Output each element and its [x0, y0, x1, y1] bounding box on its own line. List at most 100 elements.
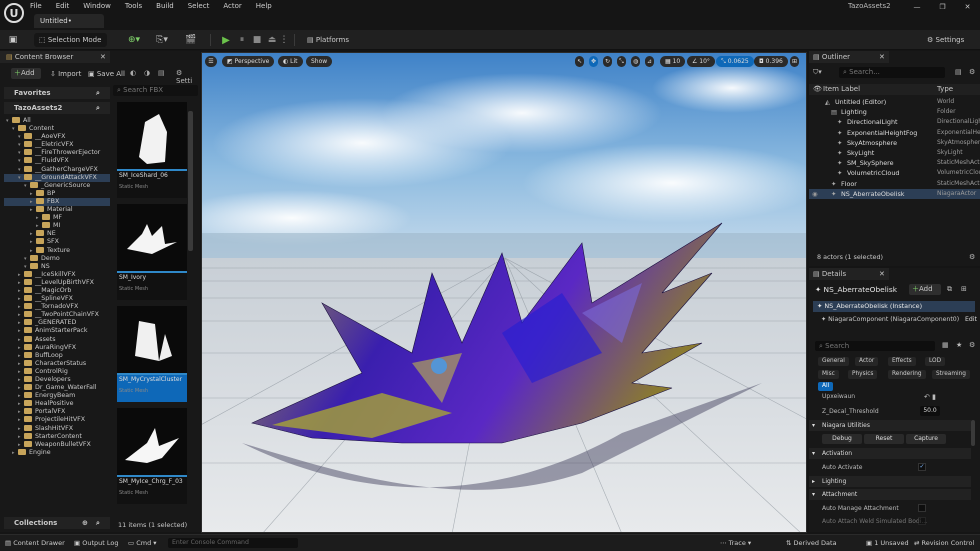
- folder-tree-item[interactable]: ▾ __EletricVFX: [4, 141, 110, 149]
- edit-component-link[interactable]: Edit: [965, 315, 977, 325]
- grid-snap-button[interactable]: ▦ 10: [660, 56, 686, 67]
- filter-general[interactable]: General: [818, 357, 849, 366]
- folder-tree-item[interactable]: ▸ Engine: [4, 448, 110, 457]
- add-collection-icon[interactable]: ⊕: [82, 517, 88, 529]
- tree-search-icon[interactable]: ⌕: [96, 102, 100, 114]
- folder-tree-item[interactable]: ▸ ProjectileHitVFX: [4, 416, 110, 424]
- folder-tree-item[interactable]: ▸ MI: [4, 222, 110, 230]
- filter-actor[interactable]: Actor: [855, 357, 879, 366]
- favorites-search-icon[interactable]: ⌕: [96, 87, 100, 99]
- section-niagara-utilities[interactable]: ▾ Niagara Utilities: [809, 420, 971, 431]
- filter-all[interactable]: All: [818, 382, 834, 391]
- menu-build[interactable]: Build: [156, 0, 174, 12]
- maximize-icon[interactable]: ❐: [939, 3, 945, 11]
- close-details-icon[interactable]: ✕: [879, 268, 885, 280]
- scale-snap-button[interactable]: ⤡ 0.0625: [716, 56, 754, 67]
- close-tab-icon[interactable]: ✕: [100, 51, 106, 63]
- add-component-button[interactable]: ＋Add: [909, 284, 941, 295]
- outliner-row[interactable]: ✦ ExponentialHeightFog ExponentialHeightFo…: [809, 128, 980, 138]
- section-activation[interactable]: ▾ Activation: [809, 448, 971, 459]
- browser-settings-button[interactable]: ⚙ Setti: [176, 69, 200, 85]
- reset-value-icon[interactable]: ↶ ▮: [924, 393, 936, 401]
- menu-edit[interactable]: Edit: [56, 0, 70, 12]
- folder-tree-item[interactable]: ▾ __FireThrowerEjector: [4, 149, 110, 157]
- output-log-button[interactable]: ▣ Output Log: [74, 539, 118, 547]
- folder-tree-item[interactable]: ▸ BP: [4, 189, 110, 198]
- folder-tree-item[interactable]: ▸ __MagicOrb: [4, 286, 110, 295]
- unsaved-button[interactable]: ▣ 1 Unsaved: [866, 539, 909, 547]
- cinematics-icon[interactable]: 🎬: [181, 34, 201, 46]
- collections-search-icon[interactable]: ⌕: [96, 517, 100, 529]
- trace-button[interactable]: ⋯ Trace ▾: [720, 539, 751, 547]
- surface-snap-icon[interactable]: ⊿: [645, 56, 655, 67]
- debug-button[interactable]: Debug: [822, 434, 862, 444]
- folder-tree-item[interactable]: ▸ __TornadoVFX: [4, 303, 110, 311]
- col-type[interactable]: Type: [937, 84, 953, 95]
- folder-tree-item[interactable]: ▸ SFX: [4, 238, 110, 246]
- camera-speed-button[interactable]: ◘ 0.396: [754, 56, 788, 67]
- folder-tree-item[interactable]: ▸ Assets: [4, 335, 110, 344]
- folder-tree-item[interactable]: ▸ Dr_Game_WaterFall: [4, 384, 110, 392]
- section-attachment[interactable]: ▾ Attachment: [809, 489, 971, 500]
- auto-manage-attachment-checkbox[interactable]: [918, 504, 926, 512]
- component-instance-row[interactable]: ✦ NS_AberrateObelisk (Instance): [813, 301, 975, 312]
- revision-control-button[interactable]: ⇄ Revision Control: [914, 539, 974, 547]
- blueprint-icon[interactable]: ⎘▾: [152, 34, 172, 46]
- asset-tile[interactable]: SM_MyIce_Chrg_F_03 Static Mesh: [117, 408, 187, 504]
- folder-tree-item[interactable]: ▸ WeaponBulletVFX: [4, 440, 110, 449]
- folder-tree-item[interactable]: ▸ __IceSkillVFX: [4, 270, 110, 279]
- history-back-icon[interactable]: ◐: [130, 69, 136, 77]
- add-folder-icon[interactable]: ▤: [955, 68, 962, 76]
- more-options-icon[interactable]: ⋮: [280, 34, 289, 46]
- actor-name-field[interactable]: ✦ NS_AberrateObelisk: [815, 285, 897, 294]
- folder-tree-item[interactable]: ▸ Material: [4, 206, 110, 214]
- project-root-header[interactable]: TazoAssets2 ⌕: [4, 102, 110, 114]
- outliner-row[interactable]: ✦ DirectionalLight DirectionalLight: [809, 117, 980, 127]
- folder-tree-item[interactable]: ▸ CharacterStatus: [4, 359, 110, 368]
- favorite-star-icon[interactable]: ★: [956, 341, 962, 349]
- asset-scrollbar[interactable]: [188, 111, 193, 251]
- folder-tree-item[interactable]: ▸ Developers: [4, 376, 110, 384]
- select-tool-icon[interactable]: ↖: [575, 56, 585, 67]
- stop-icon[interactable]: ■: [251, 34, 263, 46]
- details-settings-icon[interactable]: ⚙: [969, 341, 975, 349]
- content-drawer-button[interactable]: ▤ Content Drawer: [5, 539, 65, 547]
- menu-select[interactable]: Select: [188, 0, 210, 12]
- folder-tree-item[interactable]: ▸ EnergyBeam: [4, 392, 110, 400]
- derived-data-button[interactable]: ⇅ Derived Data: [786, 539, 837, 547]
- scale-tool-icon[interactable]: ⤡: [617, 56, 626, 67]
- pause-icon[interactable]: ⏸: [236, 34, 248, 46]
- collections-header[interactable]: Collections ⊕ ⌕: [4, 517, 110, 529]
- property-matrix-icon[interactable]: ▦: [942, 341, 949, 349]
- outliner-row[interactable]: ◭ Untitled (Editor) World: [809, 97, 980, 107]
- details-scrollbar[interactable]: [971, 420, 975, 446]
- unreal-logo-icon[interactable]: U: [4, 3, 24, 23]
- search-fbx-input[interactable]: ⌕ Search FBX: [113, 85, 198, 96]
- outliner-row[interactable]: ✦ VolumetricCloud VolumetricCloud: [809, 168, 980, 178]
- reset-button[interactable]: Reset: [864, 434, 904, 444]
- content-browser-tab[interactable]: ▤ Content Browser ✕: [0, 51, 110, 63]
- niagara-component-row[interactable]: ✦ NiagaraComponent (NiagaraComponent0) E…: [821, 315, 977, 325]
- console-command-input[interactable]: Enter Console Command: [168, 538, 298, 548]
- filter-lod[interactable]: LOD: [925, 357, 946, 366]
- filter-streaming[interactable]: Streaming: [932, 370, 970, 379]
- folder-tree-item[interactable]: ▸ SlashHitVFX: [4, 424, 110, 433]
- platforms-button[interactable]: ▤ Platforms ▾: [302, 33, 358, 58]
- auto-activate-checkbox[interactable]: ✓: [918, 463, 926, 471]
- browse-folder-icon[interactable]: ▤: [158, 69, 165, 77]
- eye-icon[interactable]: ◉: [812, 189, 818, 199]
- folder-tree-item[interactable]: ▸ ControlRig: [4, 367, 110, 376]
- auto-weld-checkbox[interactable]: [918, 517, 926, 525]
- translate-tool-icon[interactable]: ✥: [589, 56, 599, 67]
- menu-file[interactable]: File: [30, 0, 42, 12]
- outliner-row[interactable]: ✦ SM_SkySphere StaticMeshActor: [809, 158, 980, 168]
- close-window-icon[interactable]: ✕: [965, 3, 971, 11]
- folder-tree-item[interactable]: ▸ Texture: [4, 246, 110, 255]
- menu-help[interactable]: Help: [256, 0, 272, 12]
- eject-icon[interactable]: ⏏: [266, 34, 278, 46]
- world-local-icon[interactable]: ◍: [631, 56, 641, 67]
- section-lighting[interactable]: ▸ Lighting: [809, 476, 971, 487]
- details-search-input[interactable]: ⌕ Search: [815, 341, 935, 351]
- folder-tree-item[interactable]: ▾ __GatherChargeVFX: [4, 165, 110, 174]
- settings-button[interactable]: ⚙ Settings ▾: [922, 33, 974, 58]
